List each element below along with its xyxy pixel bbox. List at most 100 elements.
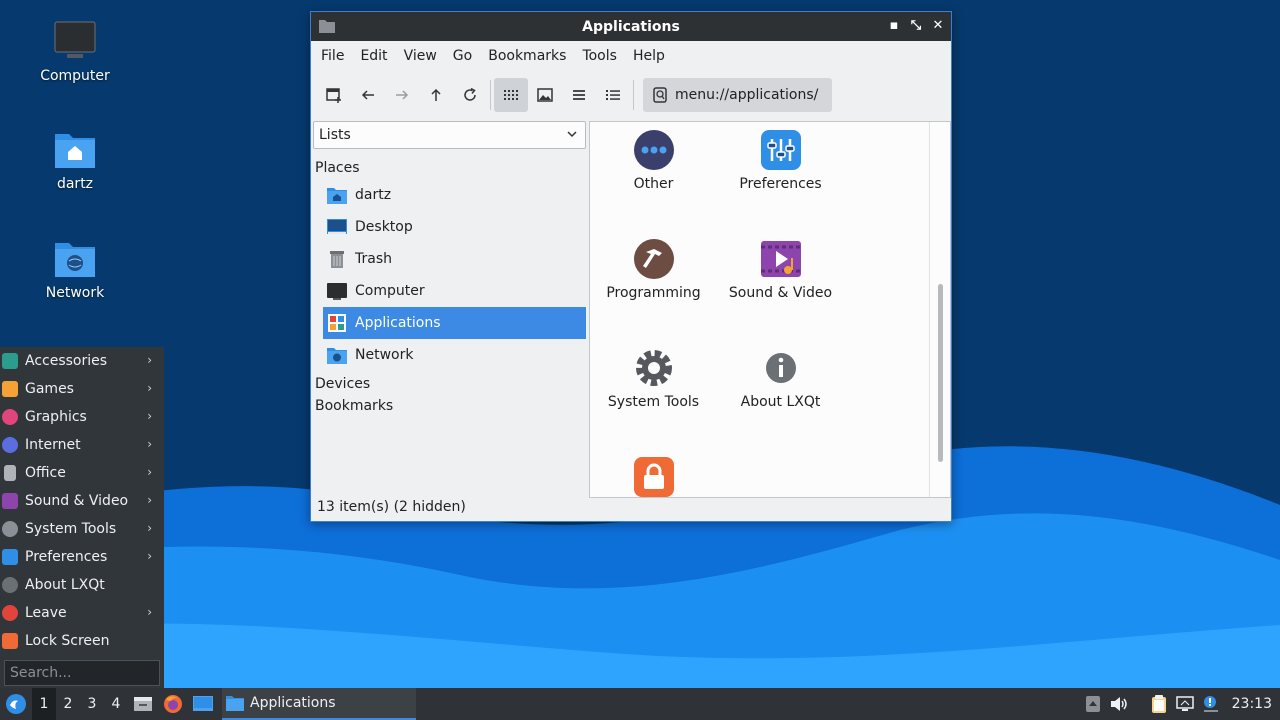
desktop-icon-computer[interactable]: Computer <box>20 20 130 84</box>
chevron-right-icon: › <box>147 465 152 479</box>
devices-heading[interactable]: Devices <box>313 373 589 395</box>
chevron-right-icon: › <box>147 605 152 619</box>
quicklaunch-file-manager[interactable] <box>128 688 158 720</box>
up-button[interactable] <box>419 78 453 112</box>
start-menu-item-leave[interactable]: Leave › <box>0 599 164 627</box>
desktop-switch-3[interactable]: 3 <box>80 688 104 720</box>
updates-button[interactable] <box>1198 688 1224 720</box>
folder-view[interactable]: Other Preferences Programming Sound & Vi… <box>589 121 951 498</box>
place-item-label: Network <box>355 347 414 363</box>
place-item-trash[interactable]: Trash <box>313 243 588 275</box>
desktop-icon-label: Computer <box>40 68 110 84</box>
taskbar-task-applications[interactable]: Applications <box>222 688 416 720</box>
menu-go[interactable]: Go <box>445 41 480 71</box>
app-category-programming[interactable]: Programming <box>590 239 717 301</box>
forward-button[interactable] <box>385 78 419 112</box>
start-menu-item-label: Leave <box>25 605 67 621</box>
start-menu: Accessories › Games › Graphics › Internet › … <box>0 347 164 688</box>
place-item-desktop[interactable]: Desktop <box>313 211 588 243</box>
minimize-button[interactable]: ▪ <box>887 17 901 35</box>
clipboard-button[interactable] <box>1146 688 1172 720</box>
places-heading[interactable]: Places <box>313 157 589 179</box>
place-item-label: Desktop <box>355 219 413 235</box>
tray-expand-button[interactable] <box>1080 688 1106 720</box>
app-category-lock[interactable] <box>590 457 717 497</box>
path-bar[interactable]: menu://applications/ <box>643 78 832 112</box>
quicklaunch-firefox[interactable] <box>158 688 188 720</box>
menu-tools[interactable]: Tools <box>574 41 625 71</box>
file-manager-window[interactable]: Applications ▪ ⤡ ✕ File Edit View Go Boo… <box>310 11 952 522</box>
side-panel-mode-value: Lists <box>319 127 351 143</box>
start-menu-item-accessories[interactable]: Accessories › <box>0 347 164 375</box>
menu-view[interactable]: View <box>396 41 445 71</box>
app-category-preferences[interactable]: Preferences <box>717 130 844 192</box>
new-tab-button[interactable] <box>317 78 351 112</box>
app-category-about[interactable]: About LXQt <box>717 348 844 410</box>
start-menu-item-games[interactable]: Games › <box>0 375 164 403</box>
place-item-label: Computer <box>355 283 425 299</box>
place-item-applications[interactable]: Applications <box>323 307 586 339</box>
updates-icon <box>1203 696 1218 712</box>
clock[interactable]: 23:13 <box>1224 696 1280 712</box>
window-title: Applications <box>582 18 680 35</box>
main-menu-button[interactable] <box>0 688 32 720</box>
place-item-network[interactable]: Network <box>313 339 588 371</box>
desktop-icon-network[interactable]: Network <box>20 237 130 301</box>
chevron-right-icon: › <box>147 409 152 423</box>
window-titlebar[interactable]: Applications ▪ ⤡ ✕ <box>311 12 951 41</box>
start-menu-item-lock-screen[interactable]: Lock Screen <box>0 627 164 655</box>
up-icon <box>431 88 441 101</box>
volume-button[interactable] <box>1106 688 1132 720</box>
path-bar-icon <box>653 87 667 103</box>
sound-video-icon <box>760 239 801 279</box>
place-item-dartz[interactable]: dartz <box>313 179 588 211</box>
restore-button[interactable]: ⤡ <box>909 17 923 35</box>
detailed-list-button[interactable] <box>596 78 630 112</box>
app-category-system-tools[interactable]: System Tools <box>590 348 717 410</box>
trash-icon <box>327 249 347 269</box>
menu-help[interactable]: Help <box>625 41 673 71</box>
app-category-label: Other <box>633 176 674 192</box>
compact-view-icon <box>573 90 585 100</box>
desktop-switch-1[interactable]: 1 <box>32 688 56 720</box>
app-category-label: Programming <box>606 285 701 301</box>
start-menu-item-system-tools[interactable]: System Tools › <box>0 515 164 543</box>
applications-icon <box>327 313 347 333</box>
bookmarks-heading[interactable]: Bookmarks <box>313 395 589 417</box>
back-button[interactable] <box>351 78 385 112</box>
computer-icon <box>53 20 97 64</box>
scrollbar-thumb[interactable] <box>938 284 943 462</box>
close-button[interactable]: ✕ <box>931 17 945 35</box>
start-menu-item-sound-video[interactable]: Sound & Video › <box>0 487 164 515</box>
start-menu-item-preferences[interactable]: Preferences › <box>0 543 164 571</box>
compact-view-button[interactable] <box>562 78 596 112</box>
app-category-other[interactable]: Other <box>590 130 717 192</box>
desktop-icon-home[interactable]: dartz <box>20 128 130 192</box>
toolbar-separator <box>490 80 491 110</box>
menu-bookmarks[interactable]: Bookmarks <box>480 41 574 71</box>
start-menu-item-label: Internet <box>25 437 81 453</box>
scrollbar[interactable] <box>929 122 950 497</box>
tray-spacer <box>1132 688 1146 720</box>
menu-file[interactable]: File <box>313 41 352 71</box>
network-status-icon <box>1175 696 1194 711</box>
place-item-computer[interactable]: Computer <box>313 275 588 307</box>
start-menu-item-office[interactable]: Office › <box>0 459 164 487</box>
app-category-label: System Tools <box>607 394 700 410</box>
start-menu-item-internet[interactable]: Internet › <box>0 431 164 459</box>
menu-edit[interactable]: Edit <box>352 41 395 71</box>
start-menu-search-input[interactable]: Search... <box>4 660 160 686</box>
app-category-sound-video[interactable]: Sound & Video <box>717 239 844 301</box>
quicklaunch-show-desktop[interactable] <box>188 688 218 720</box>
start-menu-item-graphics[interactable]: Graphics › <box>0 403 164 431</box>
games-icon <box>2 381 18 397</box>
side-panel-mode-select[interactable]: Lists <box>313 121 586 149</box>
reload-button[interactable] <box>453 78 487 112</box>
desktop-switch-4[interactable]: 4 <box>104 688 128 720</box>
icon-view-button[interactable] <box>494 78 528 112</box>
app-category-label: About LXQt <box>740 394 821 410</box>
network-button[interactable] <box>1172 688 1198 720</box>
desktop-switch-2[interactable]: 2 <box>56 688 80 720</box>
thumbnail-view-button[interactable] <box>528 78 562 112</box>
start-menu-item-about[interactable]: About LXQt <box>0 571 164 599</box>
